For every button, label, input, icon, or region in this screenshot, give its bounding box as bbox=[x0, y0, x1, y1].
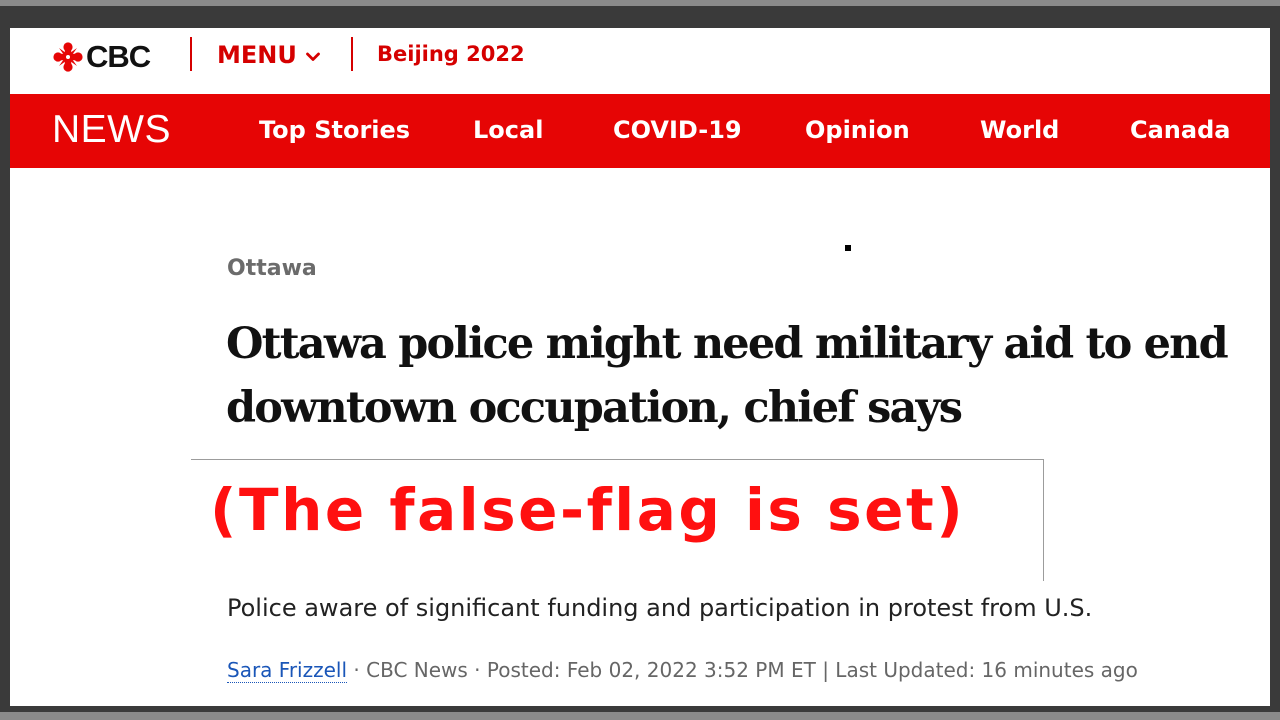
header-divider bbox=[190, 37, 192, 71]
article-deck: Police aware of significant funding and … bbox=[227, 594, 1093, 622]
nav-item-local[interactable]: Local bbox=[473, 116, 543, 144]
nav-item-canada[interactable]: Canada bbox=[1130, 116, 1230, 144]
cbc-gem-icon bbox=[53, 42, 83, 72]
updated-timestamp: Last Updated: 16 minutes ago bbox=[835, 658, 1138, 682]
bottom-window-band bbox=[0, 712, 1280, 720]
byline-separator: · bbox=[474, 658, 487, 682]
beijing-2022-link[interactable]: Beijing 2022 bbox=[377, 42, 525, 66]
nav-item-top-stories[interactable]: Top Stories bbox=[259, 116, 410, 144]
article-headline: Ottawa police might need military aid to… bbox=[226, 319, 1229, 433]
news-home-link[interactable]: NEWS bbox=[52, 108, 171, 152]
stray-mark bbox=[845, 245, 851, 251]
header-divider bbox=[351, 37, 353, 71]
cbc-logo[interactable]: CBC bbox=[53, 39, 151, 74]
nav-item-opinion[interactable]: Opinion bbox=[805, 116, 910, 144]
page-frame: CBC MENU Beijing 2022 NEWS Top Stories L… bbox=[10, 28, 1270, 706]
news-nav-bar: NEWS Top Stories Local COVID-19 Opinion … bbox=[10, 94, 1270, 168]
byline-divider: | bbox=[822, 658, 836, 682]
menu-button[interactable]: MENU bbox=[217, 40, 320, 70]
article-byline: Sara Frizzell · CBC News · Posted: Feb 0… bbox=[227, 658, 1138, 683]
overlay-caption: (The false-flag is set) bbox=[210, 476, 966, 544]
logo-wordmark: CBC bbox=[86, 39, 151, 74]
author-link[interactable]: Sara Frizzell bbox=[227, 658, 348, 683]
posted-timestamp: Posted: Feb 02, 2022 3:52 PM ET bbox=[486, 658, 816, 682]
byline-source: CBC News bbox=[366, 658, 468, 682]
nav-item-covid-19[interactable]: COVID-19 bbox=[613, 116, 742, 144]
byline-separator: · bbox=[353, 658, 367, 682]
chevron-down-icon bbox=[305, 52, 320, 61]
nav-item-world[interactable]: World bbox=[980, 116, 1059, 144]
section-label[interactable]: Ottawa bbox=[227, 256, 317, 281]
menu-label: MENU bbox=[217, 41, 297, 69]
top-window-band bbox=[0, 0, 1280, 6]
